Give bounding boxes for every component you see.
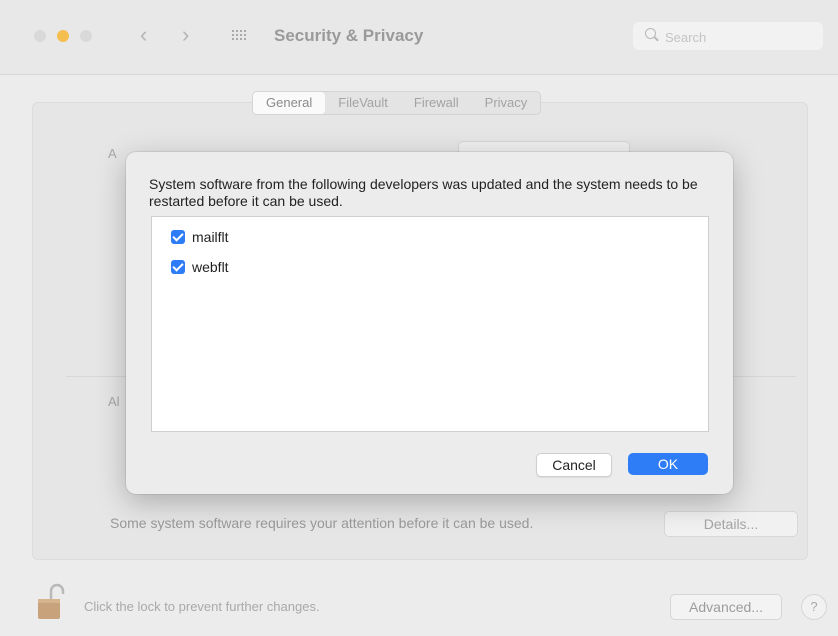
security-privacy-window: ‹ › Security & Privacy General FileVault… [0, 0, 838, 636]
search-field[interactable] [633, 22, 823, 50]
details-button[interactable]: Details... [664, 511, 798, 537]
allow-apps-text: Al [108, 394, 120, 409]
list-item-label: webflt [192, 259, 229, 275]
advanced-button[interactable]: Advanced... [670, 594, 782, 620]
attention-text: Some system software requires your atten… [110, 515, 534, 531]
tab-firewall[interactable]: Firewall [401, 92, 472, 114]
list-item-mailflt[interactable]: mailflt [171, 227, 229, 247]
window-title: Security & Privacy [274, 26, 424, 45]
search-input[interactable] [663, 27, 817, 47]
tab-general[interactable]: General [253, 92, 326, 114]
cancel-button[interactable]: Cancel [536, 453, 612, 477]
tab-bar: General FileVault Firewall Privacy [252, 91, 542, 115]
minimize-window-button[interactable] [57, 30, 69, 42]
title-bar: ‹ › Security & Privacy [0, 0, 838, 75]
zoom-window-button[interactable] [80, 30, 92, 42]
unlocked-lock-icon[interactable] [36, 582, 66, 622]
checkbox-webflt[interactable] [171, 260, 185, 274]
forward-icon[interactable]: › [182, 22, 189, 48]
help-button[interactable]: ? [801, 594, 827, 620]
back-icon[interactable]: ‹ [140, 22, 147, 48]
show-all-grid-icon[interactable] [232, 30, 248, 42]
close-window-button[interactable] [34, 30, 46, 42]
list-item-label: mailflt [192, 229, 229, 245]
dialog-message: System software from the following devel… [149, 176, 698, 209]
search-icon [645, 28, 656, 39]
tab-privacy[interactable]: Privacy [472, 92, 541, 114]
lock-hint-text: Click the lock to prevent further change… [84, 599, 320, 614]
developer-list: mailflt webflt [151, 216, 709, 432]
checkbox-mailflt[interactable] [171, 230, 185, 244]
list-item-webflt[interactable]: webflt [171, 257, 229, 277]
ok-button[interactable]: OK [628, 453, 708, 475]
tab-filevault[interactable]: FileVault [325, 92, 401, 114]
login-password-text: A [108, 146, 117, 161]
restart-required-dialog: System software from the following devel… [126, 152, 733, 494]
